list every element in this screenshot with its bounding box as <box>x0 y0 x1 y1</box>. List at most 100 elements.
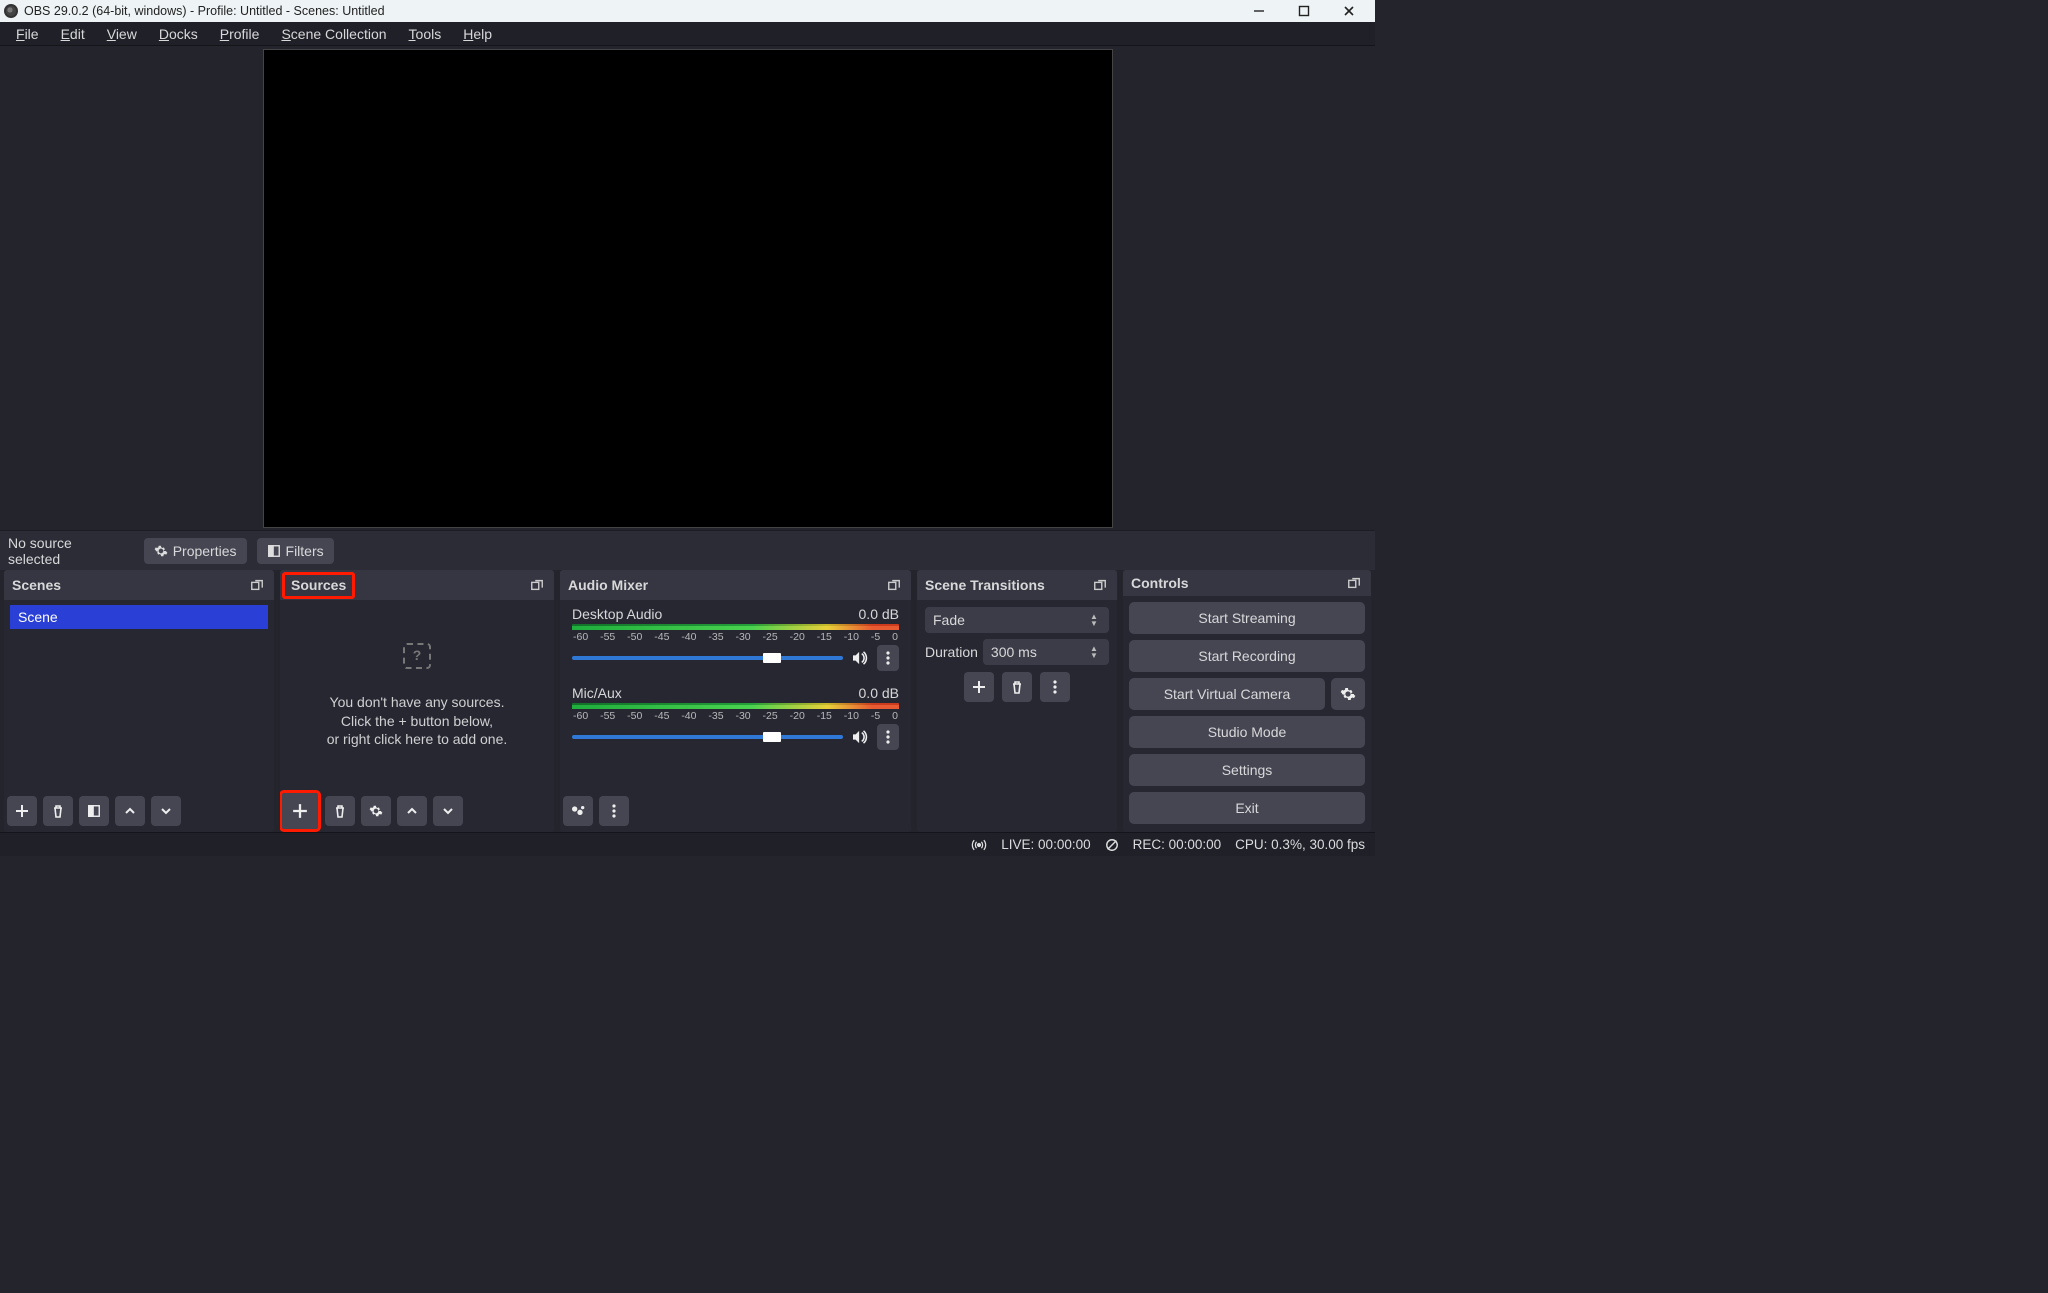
meter-ticks: -60-55-50-45-40-35-30-25-20-15-10-50 <box>572 631 899 643</box>
audio-meter <box>572 624 899 630</box>
scenes-panel: Scenes Scene <box>4 570 274 832</box>
transition-value: Fade <box>933 612 965 628</box>
vcam-settings-button[interactable] <box>1331 678 1365 710</box>
move-scene-up-button[interactable] <box>115 796 145 826</box>
add-source-button[interactable] <box>281 792 319 830</box>
broadcast-icon <box>971 838 987 852</box>
preview-area <box>0 46 1375 530</box>
channel-menu-button[interactable] <box>877 645 899 671</box>
properties-button-label: Properties <box>173 543 237 559</box>
channel-menu-button[interactable] <box>877 724 899 750</box>
sources-empty-area[interactable]: ? You don't have any sources. Click the … <box>280 600 554 792</box>
transitions-header: Scene Transitions <box>917 570 1117 600</box>
controls-panel: Controls Start Streaming Start Recording… <box>1123 570 1371 832</box>
close-button[interactable] <box>1326 0 1371 22</box>
controls-header: Controls <box>1123 570 1371 596</box>
start-streaming-button[interactable]: Start Streaming <box>1129 602 1365 634</box>
volume-slider[interactable] <box>572 656 843 660</box>
question-icon: ? <box>403 643 431 669</box>
mixer-title: Audio Mixer <box>568 577 648 593</box>
meter-ticks: -60-55-50-45-40-35-30-25-20-15-10-50 <box>572 710 899 722</box>
remove-scene-button[interactable] <box>43 796 73 826</box>
channel-name: Mic/Aux <box>572 685 622 701</box>
duration-label: Duration <box>925 644 978 660</box>
rec-status: REC: 00:00:00 <box>1133 837 1222 852</box>
move-source-up-button[interactable] <box>397 796 427 826</box>
add-transition-button[interactable] <box>964 672 994 702</box>
move-source-down-button[interactable] <box>433 796 463 826</box>
add-scene-button[interactable] <box>7 796 37 826</box>
remove-source-button[interactable] <box>325 796 355 826</box>
no-record-icon <box>1105 838 1119 852</box>
title-text: OBS 29.0.2 (64-bit, windows) - Profile: … <box>24 4 385 18</box>
menu-tools[interactable]: Tools <box>398 24 453 44</box>
remove-transition-button[interactable] <box>1002 672 1032 702</box>
mixer-channel: Desktop Audio 0.0 dB -60-55-50-45-40-35-… <box>568 604 903 675</box>
filters-button[interactable]: Filters <box>257 538 334 564</box>
controls-title: Controls <box>1131 575 1189 591</box>
audio-mixer-panel: Audio Mixer Desktop Audio 0.0 dB -60-55-… <box>560 570 911 832</box>
transition-menu-button[interactable] <box>1040 672 1070 702</box>
menu-file[interactable]: File <box>5 24 50 44</box>
filters-icon <box>267 544 281 558</box>
live-status: LIVE: 00:00:00 <box>1001 837 1090 852</box>
popout-icon[interactable] <box>1345 574 1363 592</box>
menu-edit[interactable]: Edit <box>50 24 96 44</box>
scenes-title: Scenes <box>12 577 61 593</box>
sources-header: Sources <box>280 570 554 600</box>
menu-scene-collection[interactable]: Scene Collection <box>270 24 397 44</box>
source-toolbar: No source selected Properties Filters <box>0 530 1375 570</box>
popout-icon[interactable] <box>885 576 903 594</box>
scene-filter-button[interactable] <box>79 796 109 826</box>
sources-panel: Sources ? You don't have any sources. Cl… <box>280 570 554 832</box>
preview-canvas[interactable] <box>264 50 1112 527</box>
mixer-channel: Mic/Aux 0.0 dB -60-55-50-45-40-35-30-25-… <box>568 683 903 754</box>
transition-select[interactable]: Fade ▲▼ <box>925 607 1109 633</box>
sources-title-highlight: Sources <box>282 572 355 599</box>
popout-icon[interactable] <box>528 576 546 594</box>
channel-db: 0.0 dB <box>859 685 899 701</box>
properties-button[interactable]: Properties <box>144 538 247 564</box>
maximize-button[interactable] <box>1281 0 1326 22</box>
minimize-button[interactable] <box>1236 0 1281 22</box>
menu-docks[interactable]: Docks <box>148 24 209 44</box>
empty-line3: or right click here to add one. <box>327 730 508 749</box>
settings-button[interactable]: Settings <box>1129 754 1365 786</box>
channel-db: 0.0 dB <box>859 606 899 622</box>
scenes-list[interactable]: Scene <box>4 600 274 792</box>
chevron-updown-icon: ▲▼ <box>1087 645 1101 659</box>
scene-item[interactable]: Scene <box>10 605 268 629</box>
filters-button-label: Filters <box>286 543 324 559</box>
mixer-advanced-button[interactable] <box>563 796 593 826</box>
menu-profile[interactable]: Profile <box>209 24 271 44</box>
mixer-menu-button[interactable] <box>599 796 629 826</box>
chevron-updown-icon: ▲▼ <box>1087 613 1101 627</box>
gear-icon <box>154 544 168 558</box>
scenes-header: Scenes <box>4 570 274 600</box>
obs-logo-icon <box>4 4 18 18</box>
popout-icon[interactable] <box>1091 576 1109 594</box>
menu-view[interactable]: View <box>96 24 148 44</box>
move-scene-down-button[interactable] <box>151 796 181 826</box>
speaker-icon[interactable] <box>851 730 869 744</box>
window-titlebar: OBS 29.0.2 (64-bit, windows) - Profile: … <box>0 0 1375 22</box>
source-status-label: No source selected <box>8 535 124 567</box>
cpu-status: CPU: 0.3%, 30.00 fps <box>1235 837 1365 852</box>
start-vcam-button[interactable]: Start Virtual Camera <box>1129 678 1325 710</box>
status-bar: LIVE: 00:00:00 REC: 00:00:00 CPU: 0.3%, … <box>0 832 1375 856</box>
speaker-icon[interactable] <box>851 651 869 665</box>
sources-title: Sources <box>291 577 346 593</box>
menu-bar: File Edit View Docks Profile Scene Colle… <box>0 22 1375 46</box>
source-properties-button[interactable] <box>361 796 391 826</box>
popout-icon[interactable] <box>248 576 266 594</box>
start-recording-button[interactable]: Start Recording <box>1129 640 1365 672</box>
empty-line1: You don't have any sources. <box>330 693 505 712</box>
duration-input[interactable]: 300 ms ▲▼ <box>983 639 1109 665</box>
transitions-title: Scene Transitions <box>925 577 1045 593</box>
studio-mode-button[interactable]: Studio Mode <box>1129 716 1365 748</box>
audio-meter <box>572 703 899 709</box>
exit-button[interactable]: Exit <box>1129 792 1365 824</box>
volume-slider[interactable] <box>572 735 843 739</box>
empty-line2: Click the + button below, <box>341 712 493 731</box>
menu-help[interactable]: Help <box>452 24 503 44</box>
